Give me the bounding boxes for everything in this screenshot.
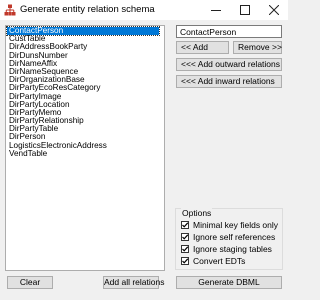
entity-name-input[interactable] (176, 25, 282, 38)
option-minimal-key-fields[interactable]: Minimal key fields only (181, 220, 278, 230)
generate-dbml-button[interactable]: Generate DBML (176, 276, 282, 289)
title-bar: Generate entity relation schema (0, 0, 288, 20)
maximize-icon (240, 5, 250, 15)
option-label: Minimal key fields only (193, 220, 279, 230)
remove-button[interactable]: Remove >> (233, 41, 282, 54)
checkmark-icon (182, 222, 189, 228)
option-label: Convert EDTs (193, 256, 246, 266)
checkmark-icon (182, 234, 189, 240)
checkbox[interactable] (181, 257, 189, 265)
maximize-button[interactable] (231, 0, 259, 20)
checkmark-icon (182, 246, 189, 252)
hierarchy-icon (4, 4, 16, 16)
close-icon (269, 5, 279, 15)
entity-list[interactable]: ContactPerson CustTable DirAddressBookPart… (5, 25, 165, 271)
minimize-icon (211, 10, 221, 11)
checkbox[interactable] (181, 245, 189, 253)
options-group: Options Minimal key fields only Ignore s… (175, 208, 283, 270)
list-item[interactable]: VendTable (7, 149, 164, 158)
checkbox[interactable] (181, 221, 189, 229)
option-label: Ignore self references (193, 232, 276, 242)
add-inward-relations-button[interactable]: <<< Add inward relations (176, 75, 282, 88)
add-outward-relations-button[interactable]: <<< Add outward relations (176, 58, 282, 71)
options-legend: Options (181, 208, 213, 218)
close-button[interactable] (260, 0, 288, 20)
window-title: Generate entity relation schema (20, 4, 155, 15)
clear-button[interactable]: Clear (7, 276, 53, 289)
add-all-relations-button[interactable]: Add all relations (103, 276, 164, 289)
option-ignore-staging-tables[interactable]: Ignore staging tables (181, 244, 272, 254)
add-button[interactable]: << Add (176, 41, 229, 54)
option-convert-edts[interactable]: Convert EDTs (181, 256, 245, 266)
option-ignore-self-references[interactable]: Ignore self references (181, 232, 275, 242)
option-label: Ignore staging tables (193, 244, 272, 254)
minimize-button[interactable] (202, 0, 230, 20)
checkbox[interactable] (181, 233, 189, 241)
checkmark-icon (182, 258, 189, 264)
